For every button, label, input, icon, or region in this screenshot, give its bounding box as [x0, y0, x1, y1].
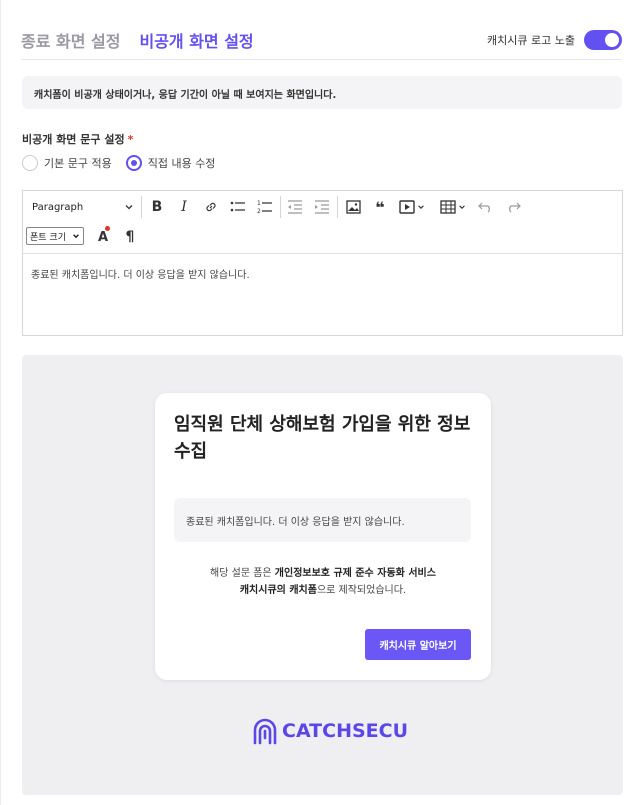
private-screen-preview: 임직원 단체 상해보험 가입을 위한 정보 수집 종료된 캐치폼입니다. 더 이…	[22, 355, 623, 795]
editor-content[interactable]: 종료된 캐치폼입니다. 더 이상 응답을 받지 않습니다.	[23, 254, 622, 293]
outdent-icon[interactable]	[285, 197, 305, 217]
tab-end-screen[interactable]: 종료 화면 설정	[21, 28, 120, 52]
font-size-select[interactable]: 폰트 크기	[26, 227, 84, 245]
tab-bar: 종료 화면 설정 비공개 화면 설정	[21, 28, 254, 52]
logo-toggle-row: 캐치시큐 로고 노출	[487, 30, 622, 50]
chevron-down-icon	[418, 205, 424, 209]
chevron-down-icon	[73, 234, 79, 239]
link-icon[interactable]	[201, 197, 221, 217]
learn-more-button[interactable]: 캐치시큐 알아보기	[365, 629, 471, 660]
bulleted-list-icon[interactable]	[228, 197, 248, 217]
preview-credit: 해당 설문 폼은 개인정보보호 규제 준수 자동화 서비스 캐치시큐의 캐치폼으…	[155, 565, 491, 599]
svg-text:2: 2	[257, 208, 261, 215]
undo-icon[interactable]	[476, 197, 496, 217]
credit-prefix: 해당 설문 폼은	[210, 568, 275, 579]
text-setting-label-text: 비공개 화면 문구 설정	[22, 133, 125, 146]
logo-toggle-label: 캐치시큐 로고 노출	[487, 34, 575, 47]
table-icon[interactable]	[438, 197, 468, 217]
required-mark: *	[127, 133, 134, 146]
paragraph-mark-icon[interactable]: ¶	[120, 227, 140, 247]
tab-divider	[21, 59, 622, 60]
toolbar-separator	[280, 196, 281, 218]
radio-default-label: 기본 문구 적용	[44, 157, 112, 170]
tab-private-screen[interactable]: 비공개 화면 설정	[139, 28, 253, 52]
radio-custom-dot[interactable]	[125, 155, 142, 171]
credit-suffix: 으로 제작되었습니다.	[316, 585, 407, 596]
brand-wordmark: CATCHSECU	[282, 720, 409, 742]
logo-toggle-switch[interactable]	[584, 30, 622, 50]
media-embed-icon[interactable]	[397, 197, 427, 217]
radio-default-text[interactable]: 기본 문구 적용	[22, 155, 112, 171]
numbered-list-icon[interactable]: 12	[255, 197, 275, 217]
credit-service: 개인정보보호 규제 준수 자동화 서비스	[274, 568, 436, 579]
preview-card: 임직원 단체 상해보험 가입을 위한 정보 수집 종료된 캐치폼입니다. 더 이…	[155, 393, 491, 680]
image-icon[interactable]	[343, 197, 363, 217]
font-size-value: 폰트 크기	[30, 232, 66, 243]
italic-icon[interactable]: I	[174, 197, 194, 217]
preview-title: 임직원 단체 상해보험 가입을 위한 정보 수집	[174, 414, 471, 462]
font-color-icon[interactable]: A	[93, 226, 113, 247]
editor-toolbar: Paragraph B I 12 ❝ 폰트 크기 A ¶	[23, 191, 622, 254]
bold-icon[interactable]: B	[147, 197, 167, 217]
catchsecu-logo-icon	[253, 718, 277, 745]
redo-icon[interactable]	[503, 197, 523, 217]
rich-text-editor: Paragraph B I 12 ❝ 폰트 크기 A ¶ 종료된 캐치폼입니다.…	[22, 190, 623, 336]
settings-panel: 종료 화면 설정 비공개 화면 설정 캐치시큐 로고 노출 캐치폼이 비공개 상…	[0, 0, 630, 805]
radio-custom-text[interactable]: 직접 내용 수정	[125, 155, 216, 171]
blockquote-icon[interactable]: ❝	[370, 197, 390, 217]
svg-text:1: 1	[257, 200, 261, 207]
paragraph-format-value: Paragraph	[32, 201, 84, 213]
radio-default-dot[interactable]	[22, 155, 38, 171]
text-option-group: 기본 문구 적용 직접 내용 수정	[22, 155, 229, 171]
toolbar-separator	[337, 196, 338, 218]
paragraph-format-select[interactable]: Paragraph	[32, 197, 134, 217]
toolbar-separator	[141, 196, 142, 218]
text-setting-label: 비공개 화면 문구 설정 *	[22, 131, 133, 147]
credit-product: 캐치시큐의 캐치폼	[239, 585, 317, 596]
info-notice: 캐치폼이 비공개 상태이거나, 응답 기간이 아닐 때 보여지는 화면입니다.	[22, 76, 622, 109]
brand-logo: CATCHSECU	[252, 717, 408, 745]
radio-custom-label: 직접 내용 수정	[147, 157, 216, 170]
chevron-down-icon	[459, 205, 465, 209]
indent-icon[interactable]	[312, 197, 332, 217]
switch-knob	[605, 33, 619, 47]
chevron-down-icon	[125, 205, 133, 210]
preview-message: 종료된 캐치폼입니다. 더 이상 응답을 받지 않습니다.	[174, 498, 471, 542]
